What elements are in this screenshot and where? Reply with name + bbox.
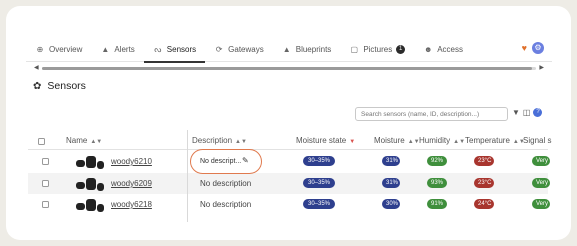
table-tools: ▼ ◫ ? [512, 108, 543, 117]
row-checkbox[interactable] [42, 158, 49, 165]
sort-desc-icon[interactable]: ▼ [349, 139, 355, 145]
humidity-badge: 91% [427, 199, 447, 209]
page-title-text: Sensors [47, 80, 86, 92]
moisture-badge: 31% [382, 178, 400, 188]
select-all-checkbox[interactable] [38, 138, 45, 145]
moisture-badge: 31% [382, 156, 400, 166]
description-text[interactable]: No descript... [200, 158, 241, 165]
tab-label: Alerts [114, 45, 135, 54]
globe-icon: ⊕ [36, 45, 44, 54]
sensor-name-link[interactable]: woody6210 [111, 157, 152, 166]
scroll-right-icon[interactable]: ▶ [539, 64, 544, 71]
column-header-moisture[interactable]: Moisture ▲▼ [374, 136, 420, 145]
tab-gateways[interactable]: ⟳ Gateways [205, 38, 273, 62]
tab-overview[interactable]: ⊕ Overview [26, 38, 91, 62]
sensor-name-link[interactable]: woody6218 [111, 200, 152, 209]
table-row[interactable]: woody6218 No description 30–35% 30% 91% … [28, 194, 550, 215]
tab-label: Access [437, 45, 464, 54]
heart-icon[interactable]: ♥ [522, 43, 527, 53]
column-header-name[interactable]: Name ▲▼ [66, 136, 102, 145]
pictures-count-badge: 1 [396, 45, 406, 54]
description-text[interactable]: No description [200, 179, 251, 188]
table-header: Name ▲▼ Description ▲▼ Moisture state ▼ Moi… [28, 130, 551, 150]
scroll-thumb[interactable] [42, 67, 532, 70]
search-input[interactable] [355, 107, 508, 121]
sensor-name-link[interactable]: woody6209 [111, 179, 152, 188]
sort-icon[interactable]: ▲▼ [453, 139, 465, 145]
sensor-device-icon [74, 198, 106, 212]
column-header-moisture-state[interactable]: Moisture state ▼ [296, 136, 355, 145]
tab-sensors[interactable]: ᔓ Sensors [143, 38, 206, 63]
page-title: ✿ Sensors [33, 80, 86, 92]
gateway-icon: ⟳ [215, 45, 223, 54]
sensor-icon: ᔓ [154, 45, 162, 54]
tab-alerts[interactable]: ▲ Alerts [91, 38, 143, 62]
tab-scrollbar[interactable]: ◀ ▶ [34, 65, 544, 71]
signal-badge: Very [532, 178, 550, 188]
temperature-badge: 24°C [474, 199, 494, 209]
sort-icon[interactable]: ▲▼ [90, 139, 102, 145]
column-header-description[interactable]: Description ▲▼ [192, 136, 247, 145]
column-header-temperature[interactable]: Temperature ▲▼ [465, 136, 525, 145]
users-icon: ☻ [424, 45, 433, 54]
table-row[interactable]: woody6209 No description 30–35% 31% 93% … [28, 173, 550, 194]
tab-bar: ⊕ Overview ▲ Alerts ᔓ Sensors ⟳ Gateways ▲ Bl… [26, 38, 552, 63]
humidity-badge: 93% [427, 178, 447, 188]
signal-badge: Very [532, 156, 550, 166]
tab-label: Blueprints [295, 45, 332, 54]
column-header-humidity[interactable]: Humidity ▲▼ [419, 136, 465, 145]
row-checkbox[interactable] [42, 180, 49, 187]
picture-icon: ▢ [350, 45, 359, 54]
tab-access[interactable]: ☻ Access [414, 38, 472, 62]
gear-icon[interactable]: ⚙ [532, 42, 544, 54]
humidity-badge: 92% [427, 156, 447, 166]
moisture-badge: 30% [382, 199, 400, 209]
temperature-badge: 23°C [474, 178, 494, 188]
description-text[interactable]: No description [200, 200, 251, 209]
sort-icon[interactable]: ▲▼ [408, 139, 420, 145]
tab-label: Gateways [228, 45, 264, 54]
moisture-state-badge: 30–35% [303, 178, 335, 188]
row-checkbox[interactable] [42, 201, 49, 208]
temperature-badge: 23°C [474, 156, 494, 166]
pencil-icon[interactable]: ✎ [242, 156, 249, 165]
moisture-state-badge: 30–35% [303, 199, 335, 209]
signal-badge: Very [532, 199, 550, 209]
table-row[interactable]: woody6210 30–35% 31% 92% 23°C Very [28, 151, 550, 172]
tab-blueprints[interactable]: ▲ Blueprints [273, 38, 341, 62]
blueprint-icon: ▲ [282, 45, 291, 54]
tab-label: Overview [49, 45, 83, 54]
sensor-icon: ✿ [33, 80, 42, 92]
sort-icon[interactable]: ▲▼ [235, 139, 247, 145]
warning-icon: ▲ [101, 45, 110, 54]
help-icon[interactable]: ? [533, 108, 543, 117]
sensor-device-icon [74, 155, 106, 169]
column-divider [187, 130, 188, 222]
moisture-state-badge: 30–35% [303, 156, 335, 166]
scroll-left-icon[interactable]: ◀ [34, 64, 39, 71]
tab-pictures[interactable]: ▢ Pictures 1 [340, 38, 414, 62]
tab-label: Pictures [363, 45, 393, 54]
sensor-device-icon [74, 177, 106, 191]
columns-icon[interactable]: ◫ [523, 108, 531, 117]
column-header-signal[interactable]: Signal s [523, 136, 551, 145]
filter-icon[interactable]: ▼ [512, 108, 520, 117]
description-edit-field[interactable]: No descript... ✎ [190, 149, 262, 174]
tab-label: Sensors [166, 45, 197, 54]
tab-bar-actions: ♥ ⚙ [522, 42, 544, 54]
